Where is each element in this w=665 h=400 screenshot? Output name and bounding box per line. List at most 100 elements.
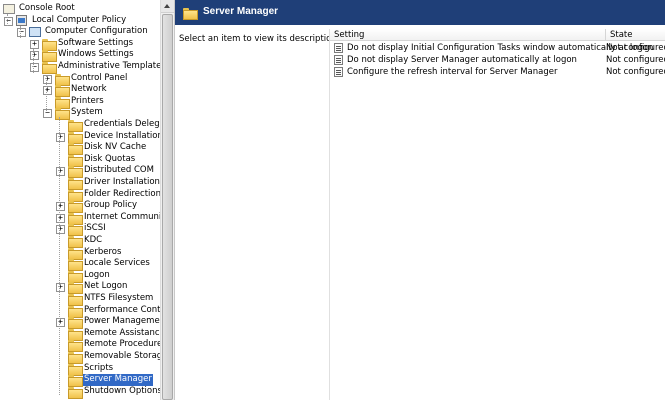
tree-vertical-scrollbar[interactable]: [160, 0, 174, 400]
tree-item[interactable]: Removable Storage A: [0, 351, 160, 364]
policy-setting-icon: [334, 67, 343, 77]
tree-item[interactable]: Disk NV Cache: [0, 142, 160, 156]
tree-item[interactable]: Shutdown Options: [0, 385, 160, 399]
tree-item[interactable]: Remote Assistance: [0, 328, 160, 341]
tree-item-label: Local Computer Policy: [32, 14, 127, 25]
folder-icon: [68, 317, 83, 330]
expand-icon[interactable]: +: [43, 86, 52, 96]
tree-item-label: Folder Redirection: [84, 188, 160, 199]
tree-item-label: Kerberos: [84, 246, 122, 257]
tree-item[interactable]: KDC: [0, 235, 160, 248]
tree-item-label: Server Manager: [83, 374, 153, 386]
tree-item[interactable]: + Distributed COM: [0, 165, 160, 179]
setting-name: Do not display Server Manager automatica…: [347, 55, 577, 65]
tree-item[interactable]: Disk Quotas: [0, 154, 160, 167]
tree-item[interactable]: + Group Policy: [0, 200, 160, 214]
column-header-state[interactable]: State: [606, 29, 665, 41]
collapse-icon[interactable]: −: [17, 28, 26, 38]
folder-icon: [68, 352, 83, 364]
expand-icon[interactable]: +: [56, 318, 65, 328]
computer-icon: [29, 27, 41, 38]
scroll-up-arrow-icon[interactable]: [161, 0, 174, 13]
folder-icon: [68, 247, 83, 260]
tree-item[interactable]: − Administrative Templates: [0, 61, 160, 74]
folder-icon: [68, 120, 83, 132]
tree-item[interactable]: + Device Installation: [0, 130, 160, 144]
folder-icon: [68, 166, 83, 179]
tree-item[interactable]: NTFS Filesystem: [0, 293, 160, 306]
expand-icon[interactable]: +: [30, 39, 39, 49]
folder-icon: [68, 294, 83, 306]
table-row[interactable]: Do not display Initial Configuration Tas…: [330, 42, 665, 54]
tree-item-label: NTFS Filesystem: [84, 293, 154, 303]
expand-icon[interactable]: +: [56, 132, 65, 142]
tree-item-label: System: [71, 107, 103, 118]
tree-item[interactable]: + Power Management: [0, 316, 160, 330]
folder-icon: [68, 305, 83, 318]
tree-item[interactable]: Console Root: [0, 3, 160, 15]
tree-item[interactable]: + Software Settings: [0, 38, 160, 51]
column-header-setting[interactable]: Setting: [330, 29, 606, 41]
tree-item[interactable]: + Net Logon: [0, 281, 160, 295]
expand-icon[interactable]: +: [43, 74, 52, 84]
tree-item[interactable]: Credentials Delegatio: [0, 119, 160, 132]
tree-item[interactable]: + iSCSI: [0, 223, 160, 237]
expand-icon[interactable]: +: [30, 51, 39, 61]
tree-item[interactable]: Locale Services: [0, 258, 160, 272]
scrollbar-thumb[interactable]: [162, 14, 173, 400]
tree-item[interactable]: + Windows Settings: [0, 49, 160, 63]
details-header: Server Manager: [175, 0, 665, 25]
tree-item-label: Computer Configuration: [45, 26, 148, 37]
tree-item[interactable]: Server Manager: [0, 374, 160, 388]
tree-item[interactable]: + Network: [0, 84, 160, 98]
tree-item-label: Net Logon: [84, 281, 128, 292]
tree-item-label: Locale Services: [84, 258, 150, 269]
tree-item[interactable]: − System: [0, 107, 160, 121]
tree-item[interactable]: Logon: [0, 270, 160, 283]
tree-item[interactable]: Printers: [0, 95, 160, 109]
folder-icon: [42, 62, 57, 74]
table-row[interactable]: Do not display Server Manager automatica…: [330, 54, 665, 66]
tree-item-label: Device Installation: [84, 130, 160, 141]
tree-item[interactable]: Driver Installation: [0, 177, 160, 190]
folder-icon: [42, 50, 57, 63]
tree-item[interactable]: Kerberos: [0, 246, 160, 260]
folder-icon: [68, 236, 83, 248]
folder-icon: [68, 189, 83, 202]
setting-state: Not configured: [606, 43, 665, 53]
tree-item-label: iSCSI: [84, 223, 106, 234]
expand-icon[interactable]: +: [56, 283, 65, 293]
policy-setting-icon: [334, 43, 343, 53]
tree-item[interactable]: + Internet Communicati: [0, 211, 160, 225]
collapse-icon[interactable]: −: [43, 109, 52, 119]
tree-item-label: Group Policy: [84, 200, 138, 211]
console-tree[interactable]: Console Root − Local Computer Policy − Compu…: [0, 0, 160, 400]
policy-icon: [16, 14, 27, 26]
tree-item-label: Remote Procedure C: [84, 339, 160, 350]
collapse-icon[interactable]: −: [30, 63, 39, 72]
expand-icon[interactable]: +: [56, 213, 65, 223]
tree-item-label: Printers: [71, 95, 104, 106]
tree-item[interactable]: Folder Redirection: [0, 188, 160, 202]
tree-item[interactable]: Remote Procedure C: [0, 339, 160, 353]
tree-item[interactable]: Scripts: [0, 363, 160, 376]
expand-icon[interactable]: +: [56, 167, 65, 177]
expand-icon[interactable]: +: [56, 225, 65, 235]
tree-item-label: Control Panel: [71, 72, 128, 83]
settings-list[interactable]: Setting State Do not display Initial Con…: [329, 29, 665, 400]
table-row[interactable]: Configure the refresh interval for Serve…: [330, 66, 665, 78]
collapse-icon[interactable]: −: [4, 16, 13, 26]
tree-item[interactable]: − Computer Configuration: [0, 26, 160, 38]
tree-item-label: Shutdown Options: [84, 385, 160, 396]
folder-icon: [68, 178, 83, 190]
tree-item[interactable]: − Local Computer Policy: [0, 14, 160, 27]
tree-item[interactable]: + Control Panel: [0, 72, 160, 86]
tree-item-label: Internet Communicati: [84, 211, 160, 222]
folder-icon: [68, 143, 83, 156]
setting-name: Configure the refresh interval for Serve…: [347, 67, 558, 77]
tree-item-label: Driver Installation: [84, 177, 160, 187]
tree-item[interactable]: Performance Control: [0, 305, 160, 318]
expand-icon[interactable]: +: [56, 202, 65, 212]
folder-icon: [42, 38, 57, 51]
folder-icon: [68, 131, 83, 144]
